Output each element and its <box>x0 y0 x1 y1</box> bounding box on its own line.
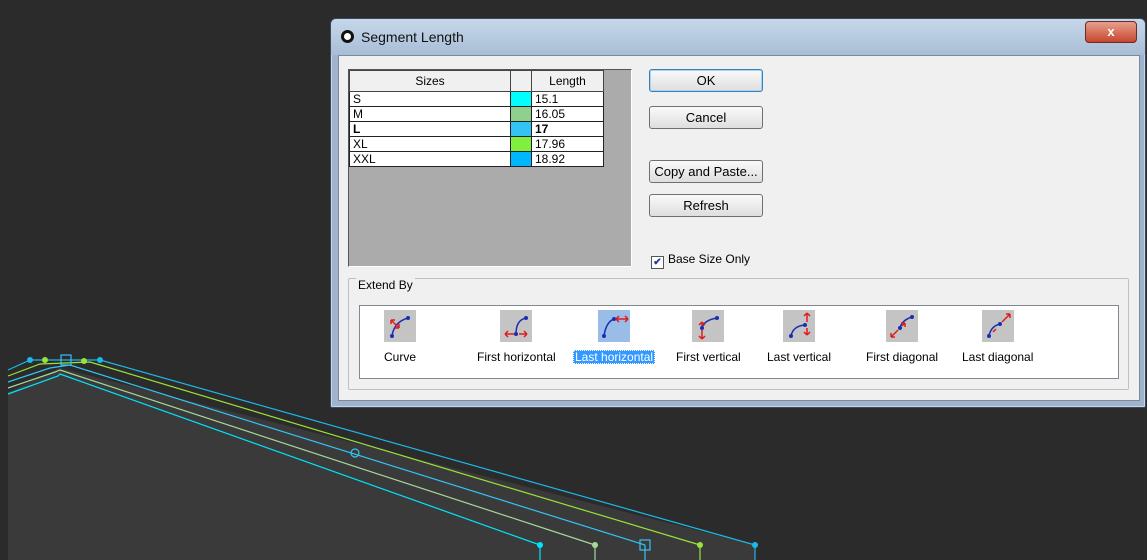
table-row[interactable]: XL 17.96 <box>349 136 604 152</box>
point-marker[interactable] <box>537 542 543 548</box>
extend-option-first-vertical[interactable]: First vertical <box>674 310 743 364</box>
table-row[interactable]: S 15.1 <box>349 91 604 107</box>
point-marker[interactable] <box>42 357 48 363</box>
extend-option-curve[interactable]: Curve <box>382 310 418 364</box>
table-header-row: Sizes Length <box>349 70 604 92</box>
dialog-titlebar[interactable]: Segment Length x <box>331 19 1145 55</box>
point-marker[interactable] <box>752 542 758 548</box>
last-horizontal-icon <box>598 310 631 342</box>
extend-option-label: Last vertical <box>767 350 832 364</box>
table-row[interactable]: XXL 18.92 <box>349 151 604 167</box>
ok-button[interactable]: OK <box>649 69 763 92</box>
length-cell[interactable]: 17.96 <box>531 136 604 152</box>
extend-by-options: Curve First horizontal Last horizontal F… <box>359 305 1119 379</box>
extend-option-last-horizontal[interactable]: Last horizontal <box>573 310 656 364</box>
size-cell[interactable]: M <box>349 106 511 122</box>
size-cell[interactable]: XL <box>349 136 511 152</box>
last-diagonal-icon <box>981 310 1014 342</box>
length-cell[interactable]: 17 <box>531 121 604 137</box>
extend-option-label: First horizontal <box>477 350 556 364</box>
refresh-button[interactable]: Refresh <box>649 194 763 217</box>
point-marker[interactable] <box>697 542 703 548</box>
first-diagonal-icon <box>886 310 919 342</box>
base-size-only-label: Base Size Only <box>668 252 751 266</box>
close-icon: x <box>1107 24 1115 39</box>
base-size-only-checkbox[interactable]: ✔ Base Size Only <box>651 252 750 269</box>
size-cell[interactable]: L <box>349 121 511 137</box>
first-vertical-icon <box>692 310 725 342</box>
size-cell[interactable]: S <box>349 91 511 107</box>
extend-option-label: Last horizontal <box>573 350 656 364</box>
checkbox-check-icon[interactable]: ✔ <box>651 256 664 269</box>
color-swatch <box>510 106 532 122</box>
segment-length-dialog: Segment Length x Sizes Length S 15.1 M 1… <box>330 18 1146 408</box>
first-horizontal-icon <box>500 310 533 342</box>
circle-app-icon <box>341 30 354 43</box>
length-cell[interactable]: 16.05 <box>531 106 604 122</box>
extend-option-label: First diagonal <box>866 350 939 364</box>
dialog-client-area: Sizes Length S 15.1 M 16.05 L 17 XL 17.9… <box>338 55 1140 401</box>
sizes-table: Sizes Length S 15.1 M 16.05 L 17 XL 17.9… <box>349 70 604 167</box>
table-row[interactable]: M 16.05 <box>349 106 604 122</box>
sizes-grid[interactable]: Sizes Length S 15.1 M 16.05 L 17 XL 17.9… <box>348 69 632 267</box>
point-marker[interactable] <box>97 357 103 363</box>
column-header-length[interactable]: Length <box>531 70 604 92</box>
last-vertical-icon <box>783 310 816 342</box>
size-cell[interactable]: XXL <box>349 151 511 167</box>
close-button[interactable]: x <box>1085 21 1137 43</box>
table-row-base-size[interactable]: L 17 <box>349 121 604 137</box>
color-swatch <box>510 151 532 167</box>
extend-option-label: Curve <box>384 350 417 364</box>
extend-option-first-diagonal[interactable]: First diagonal <box>864 310 940 364</box>
extend-option-last-vertical[interactable]: Last vertical <box>765 310 833 364</box>
color-swatch <box>510 121 532 137</box>
color-swatch <box>510 136 532 152</box>
point-marker[interactable] <box>592 542 598 548</box>
copy-and-paste-button[interactable]: Copy and Paste... <box>649 160 763 183</box>
column-header-color[interactable] <box>510 70 532 92</box>
extend-option-label: Last diagonal <box>962 350 1034 364</box>
point-marker[interactable] <box>81 358 87 364</box>
extend-option-label: First vertical <box>676 350 741 364</box>
point-marker[interactable] <box>27 357 33 363</box>
extend-by-legend: Extend By <box>356 278 415 292</box>
color-swatch <box>510 91 532 107</box>
column-header-sizes[interactable]: Sizes <box>349 70 511 92</box>
extend-option-last-diagonal[interactable]: Last diagonal <box>960 310 1035 364</box>
curve-icon <box>384 310 416 342</box>
cancel-button[interactable]: Cancel <box>649 106 763 129</box>
dialog-title: Segment Length <box>361 29 464 45</box>
length-cell[interactable]: 18.92 <box>531 151 604 167</box>
extend-by-group: Extend By Curve First horizontal Last ho… <box>348 278 1129 390</box>
length-cell[interactable]: 15.1 <box>531 91 604 107</box>
extend-option-first-horizontal[interactable]: First horizontal <box>475 310 558 364</box>
